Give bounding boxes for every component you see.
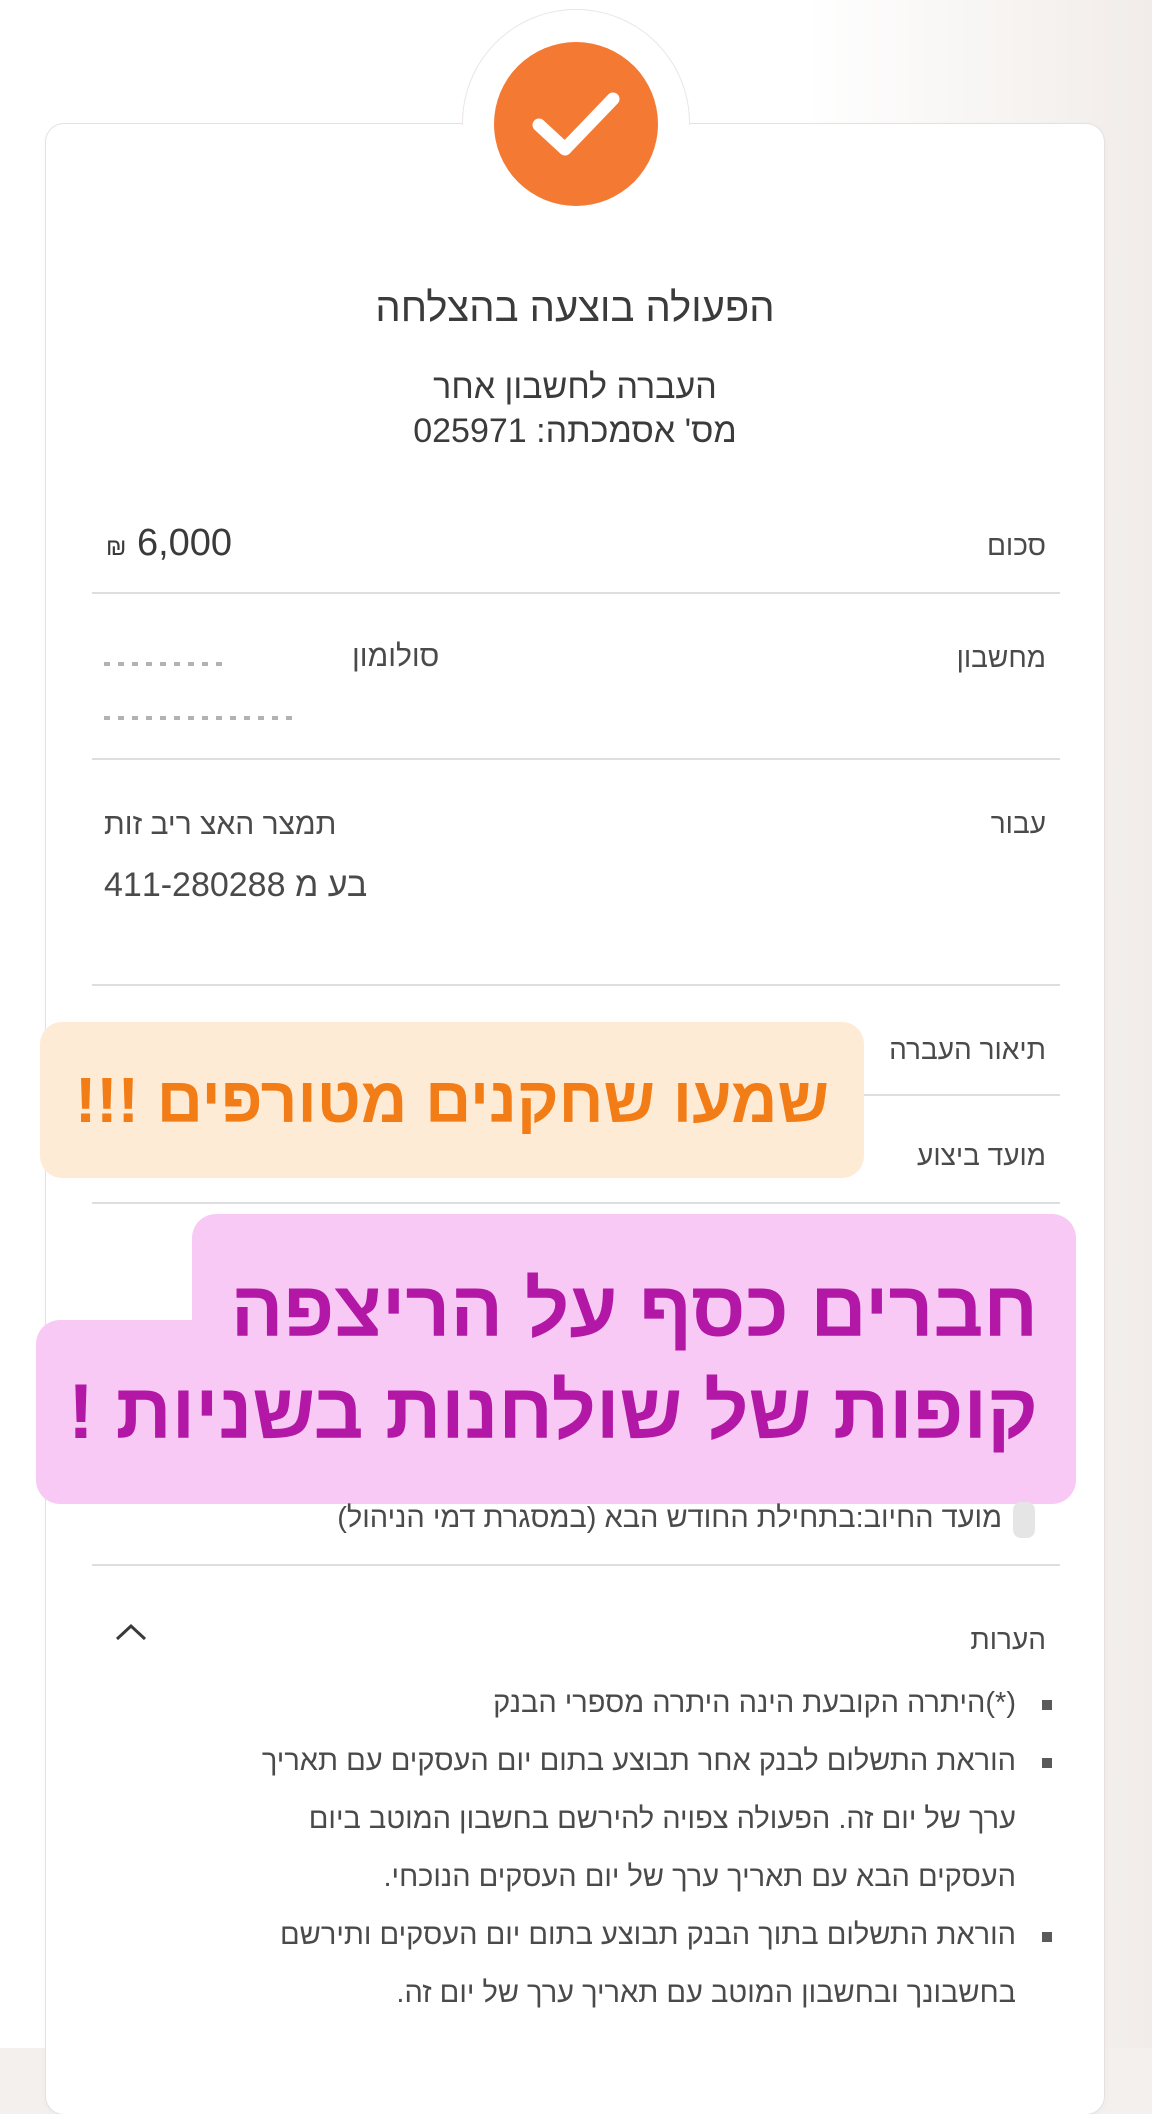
amount-value: ₪ 6,000 bbox=[106, 522, 232, 565]
note-item: הוראת התשלום לבנק אחר תבוצע בתום יום העס… bbox=[210, 1732, 1060, 1906]
status-title: הפעולה בוצעה בהצלחה bbox=[375, 286, 775, 330]
operation-type: העברה לחשבון אחר bbox=[433, 368, 717, 406]
beneficiary-name: תמצר האצ ריב זות bbox=[104, 808, 337, 841]
beneficiary-number: 411-280288 בע מ bbox=[104, 866, 368, 904]
promo-banner-orange: שמעו שחקנים מטורפים !!! bbox=[40, 1022, 864, 1178]
note-item: הוראת התשלום בתוך הבנק תבוצע בתום יום הע… bbox=[210, 1906, 1060, 2022]
divider bbox=[92, 1564, 1060, 1566]
description-label: תיאור העברה bbox=[889, 1034, 1046, 1065]
amount-number: 6,000 bbox=[136, 522, 233, 564]
reference-number: מס' אסמכתה: 025971 bbox=[413, 412, 737, 450]
note-item: (*)היתרה הקובעת הינה היתרה מספרי הבנק bbox=[210, 1674, 1060, 1732]
divider bbox=[92, 592, 1060, 594]
notes-title: הערות bbox=[970, 1624, 1046, 1655]
chevron-up-icon[interactable] bbox=[114, 1616, 148, 1650]
notes-list: (*)היתרה הקובעת הינה היתרה מספרי הבנק הו… bbox=[210, 1674, 1060, 2022]
account-name: סולומון bbox=[352, 640, 440, 673]
check-icon bbox=[494, 42, 658, 206]
promo-banner-pink-line2: קופות של שולחנות בשניות ! bbox=[68, 1367, 1038, 1455]
blurred-account-owner bbox=[104, 662, 224, 666]
divider bbox=[92, 758, 1060, 760]
charge-date-text: מועד החיוב:בתחילת החודש הבא (במסגרת דמי … bbox=[337, 1502, 1002, 1534]
divider bbox=[92, 1202, 1060, 1204]
scroll-handle[interactable] bbox=[1013, 1502, 1035, 1538]
promo-banner-pink-line1: חברים כסף על הריצפה bbox=[230, 1265, 1038, 1353]
execution-date-label: מועד ביצוע bbox=[917, 1140, 1046, 1171]
blurred-account-number bbox=[104, 716, 294, 720]
account-label: מחשבון bbox=[956, 642, 1046, 673]
promo-banner-orange-text: שמעו שחקנים מטורפים !!! bbox=[74, 1064, 830, 1136]
for-label: עבור bbox=[990, 808, 1046, 839]
divider bbox=[92, 984, 1060, 986]
currency-symbol: ₪ bbox=[106, 534, 127, 561]
amount-label: סכום bbox=[986, 530, 1046, 561]
